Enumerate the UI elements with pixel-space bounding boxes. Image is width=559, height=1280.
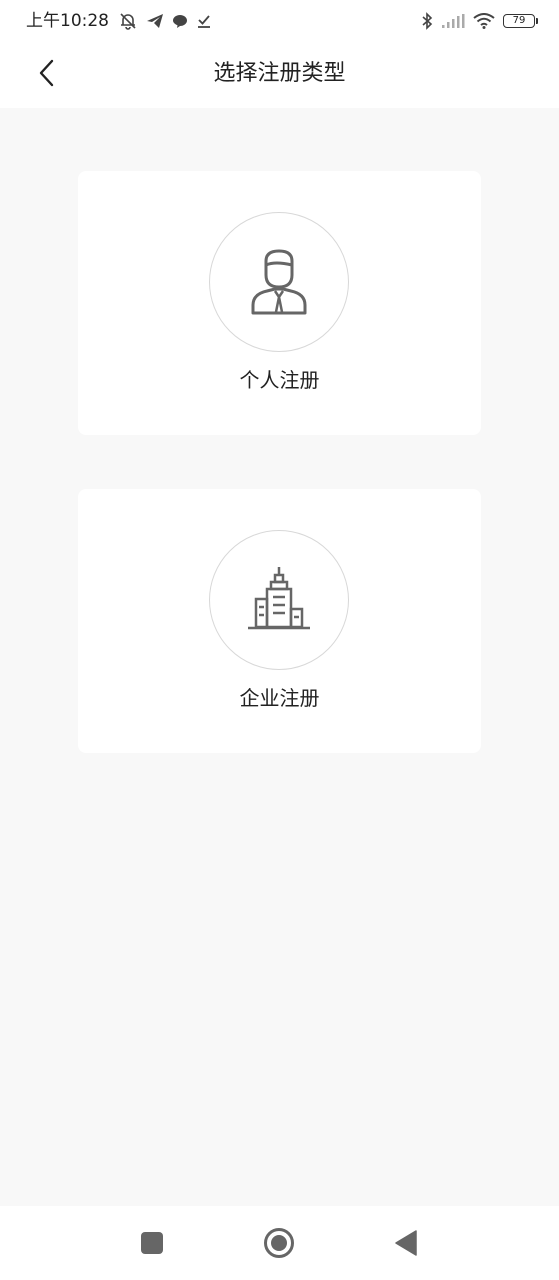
icon-circle xyxy=(209,530,349,670)
battery-icon: 79 xyxy=(503,14,538,28)
battery-level: 79 xyxy=(512,15,526,26)
icon-circle xyxy=(209,212,349,352)
back-icon xyxy=(395,1230,417,1256)
status-bar: 上午10:28 79 xyxy=(0,0,559,42)
content-area: 个人注册 企业注册 xyxy=(0,108,559,1206)
bluetooth-icon xyxy=(422,12,433,30)
nav-header: 选择注册类型 xyxy=(0,42,559,108)
notifications-off-icon xyxy=(120,13,136,30)
status-notification-icons xyxy=(118,10,212,32)
home-button[interactable] xyxy=(262,1226,296,1260)
company-registration-label: 企业注册 xyxy=(239,686,320,710)
home-icon xyxy=(264,1228,294,1258)
company-registration-card[interactable]: 企业注册 xyxy=(78,489,481,753)
status-system-icons: 79 xyxy=(421,9,538,33)
telegram-icon xyxy=(147,14,163,28)
recent-apps-icon xyxy=(141,1232,163,1254)
download-done-icon xyxy=(198,15,210,28)
signal-icon xyxy=(442,14,465,28)
system-back-button[interactable] xyxy=(389,1226,423,1260)
building-icon xyxy=(248,567,310,630)
person-icon xyxy=(251,249,307,315)
status-time: 上午10:28 xyxy=(26,11,109,31)
system-navigation-bar xyxy=(0,1206,559,1280)
chat-bubble-icon xyxy=(173,15,187,28)
wifi-icon xyxy=(473,13,495,29)
personal-registration-card[interactable]: 个人注册 xyxy=(78,171,481,435)
personal-registration-label: 个人注册 xyxy=(239,368,320,392)
recent-apps-button[interactable] xyxy=(135,1226,169,1260)
page-title: 选择注册类型 xyxy=(213,61,346,86)
